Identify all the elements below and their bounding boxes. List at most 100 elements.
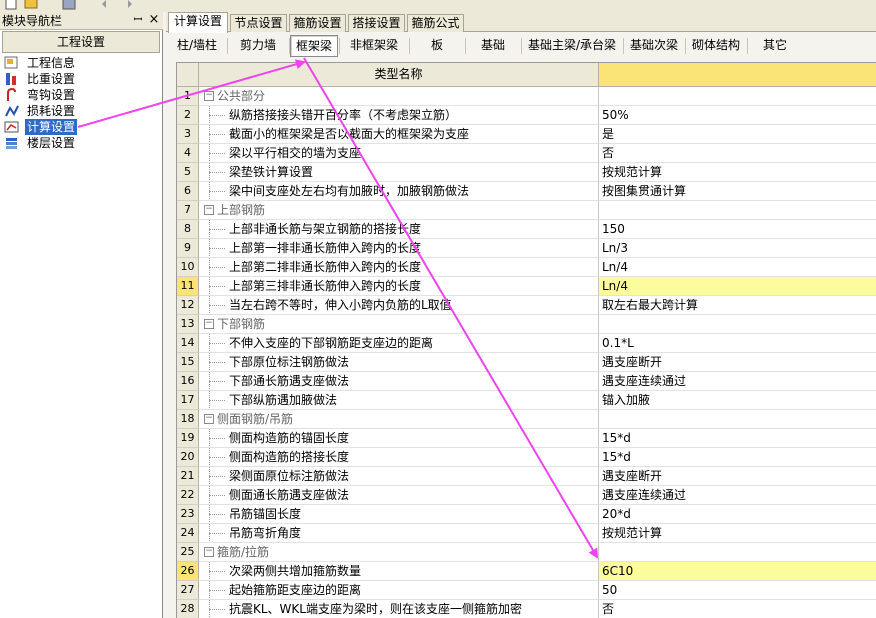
setting-value[interactable]: 15*d bbox=[599, 429, 876, 448]
table-row[interactable]: 19 侧面构造筋的锚固长度 15*d bbox=[177, 429, 876, 448]
setting-value[interactable]: 否 bbox=[599, 600, 876, 618]
collapse-icon[interactable]: − bbox=[204, 91, 214, 101]
collapse-icon[interactable]: − bbox=[204, 319, 214, 329]
group-row[interactable]: 1− 公共部分 bbox=[177, 87, 876, 106]
open-folder-icon[interactable] bbox=[24, 0, 38, 10]
table-row[interactable]: 3 截面小的框架梁是否以截面大的框架梁为支座 是 bbox=[177, 125, 876, 144]
table-row[interactable]: 2 纵筋搭接接头错开百分率（不考虑架立筋） 50% bbox=[177, 106, 876, 125]
setting-value[interactable] bbox=[599, 410, 876, 429]
subtab-7[interactable]: 基础主梁/承台梁 bbox=[522, 35, 622, 57]
setting-value[interactable]: 按规范计算 bbox=[599, 163, 876, 182]
tab-5[interactable]: 箍筋公式 bbox=[407, 14, 464, 32]
setting-value[interactable]: 否 bbox=[599, 144, 876, 163]
row-number: 24 bbox=[177, 524, 199, 543]
row-number: 23 bbox=[177, 505, 199, 524]
table-row[interactable]: 22 侧面通长筋遇支座做法 遇支座连续通过 bbox=[177, 486, 876, 505]
subtab-1[interactable]: 柱/墙柱 bbox=[168, 35, 226, 57]
setting-value[interactable]: 取左右最大跨计算 bbox=[599, 296, 876, 315]
collapse-icon[interactable]: − bbox=[204, 414, 214, 424]
table-row[interactable]: 9 上部第一排非通长筋伸入跨内的长度 Ln/3 bbox=[177, 239, 876, 258]
row-number: 16 bbox=[177, 372, 199, 391]
setting-value[interactable]: 遇支座断开 bbox=[599, 353, 876, 372]
tab-3[interactable]: 箍筋设置 bbox=[289, 14, 346, 32]
setting-value[interactable] bbox=[599, 543, 876, 562]
pin-icon[interactable]: ꟷ bbox=[131, 13, 145, 27]
row-name-cell: 梁中间支座处左右均有加腋时，加腋钢筋做法 bbox=[199, 182, 599, 201]
group-row[interactable]: 18− 侧面钢筋/吊筋 bbox=[177, 410, 876, 429]
undo-icon[interactable] bbox=[100, 0, 114, 10]
setting-value[interactable]: 0.1*L bbox=[599, 334, 876, 353]
table-row[interactable]: 10 上部第二排非通长筋伸入跨内的长度 Ln/4 bbox=[177, 258, 876, 277]
tab-2[interactable]: 节点设置 bbox=[230, 14, 287, 32]
setting-value[interactable]: Ln/4 bbox=[599, 258, 876, 277]
setting-value[interactable]: 遇支座连续通过 bbox=[599, 372, 876, 391]
row-name-cell: 不伸入支座的下部钢筋距支座边的距离 bbox=[199, 334, 599, 353]
table-row[interactable]: 26 次梁两侧共增加箍筋数量 6C10 bbox=[177, 562, 876, 581]
tab-4[interactable]: 搭接设置 bbox=[348, 14, 405, 32]
close-icon[interactable]: × bbox=[147, 13, 161, 27]
setting-value[interactable]: 锚入加腋 bbox=[599, 391, 876, 410]
group-row[interactable]: 25− 箍筋/拉筋 bbox=[177, 543, 876, 562]
subtab-10[interactable]: 其它 bbox=[748, 35, 802, 57]
setting-value[interactable]: 是 bbox=[599, 125, 876, 144]
setting-value[interactable]: 15*d bbox=[599, 448, 876, 467]
setting-value[interactable]: 遇支座断开 bbox=[599, 467, 876, 486]
collapse-icon[interactable]: − bbox=[204, 205, 214, 215]
table-row[interactable]: 8 上部非通长筋与架立钢筋的搭接长度 150 bbox=[177, 220, 876, 239]
table-row[interactable]: 20 侧面构造筋的搭接长度 15*d bbox=[177, 448, 876, 467]
group-row[interactable]: 13− 下部钢筋 bbox=[177, 315, 876, 334]
setting-label: 梁垫铁计算设置 bbox=[229, 165, 314, 179]
table-row[interactable]: 17 下部纵筋遇加腋做法 锚入加腋 bbox=[177, 391, 876, 410]
table-row[interactable]: 24 吊筋弯折角度 按规范计算 bbox=[177, 524, 876, 543]
nav-item-weight-settings[interactable]: 比重设置 bbox=[4, 71, 154, 87]
setting-value[interactable]: Ln/4 bbox=[599, 277, 876, 296]
subtab-8[interactable]: 基础次梁 bbox=[624, 35, 684, 57]
nav-section-header[interactable]: 工程设置 bbox=[2, 31, 160, 53]
nav-item-calc-settings[interactable]: 计算设置 bbox=[4, 119, 154, 135]
setting-value[interactable]: 按图集贯通计算 bbox=[599, 182, 876, 201]
table-row[interactable]: 5 梁垫铁计算设置 按规范计算 bbox=[177, 163, 876, 182]
setting-label: 梁以平行相交的墙为支座 bbox=[229, 146, 362, 160]
redo-icon[interactable] bbox=[120, 0, 134, 10]
subtab-9[interactable]: 砌体结构 bbox=[686, 35, 746, 57]
group-row[interactable]: 7− 上部钢筋 bbox=[177, 201, 876, 220]
nav-item-floor-settings[interactable]: 楼层设置 bbox=[4, 135, 154, 151]
setting-value[interactable]: 150 bbox=[599, 220, 876, 239]
table-row[interactable]: 4 梁以平行相交的墙为支座 否 bbox=[177, 144, 876, 163]
setting-value[interactable]: 遇支座连续通过 bbox=[599, 486, 876, 505]
subtab-5[interactable]: 板 bbox=[410, 35, 464, 57]
table-row[interactable]: 15 下部原位标注钢筋做法 遇支座断开 bbox=[177, 353, 876, 372]
save-icon[interactable] bbox=[62, 0, 76, 10]
table-row[interactable]: 28 抗震KL、WKL端支座为梁时，则在该支座一侧箍筋加密 否 bbox=[177, 600, 876, 618]
setting-value[interactable]: 6C10 bbox=[599, 562, 876, 581]
table-row[interactable]: 23 吊筋锚固长度 20*d bbox=[177, 505, 876, 524]
new-file-icon[interactable] bbox=[4, 0, 18, 10]
table-row[interactable]: 16 下部通长筋遇支座做法 遇支座连续通过 bbox=[177, 372, 876, 391]
table-row[interactable]: 27 起始箍筋距支座边的距离 50 bbox=[177, 581, 876, 600]
setting-value[interactable] bbox=[599, 87, 876, 106]
setting-value[interactable]: 按规范计算 bbox=[599, 524, 876, 543]
row-number: 9 bbox=[177, 239, 199, 258]
table-row[interactable]: 11 上部第三排非通长筋伸入跨内的长度 Ln/4 bbox=[177, 277, 876, 296]
subtab-2[interactable]: 剪力墙 bbox=[228, 35, 288, 57]
setting-value[interactable]: 20*d bbox=[599, 505, 876, 524]
setting-value[interactable]: 50% bbox=[599, 106, 876, 125]
table-row[interactable]: 14 不伸入支座的下部钢筋距支座边的距离 0.1*L bbox=[177, 334, 876, 353]
tree-line bbox=[209, 533, 225, 534]
table-row[interactable]: 21 梁侧面原位标注筋做法 遇支座断开 bbox=[177, 467, 876, 486]
setting-value[interactable]: 50 bbox=[599, 581, 876, 600]
setting-value[interactable] bbox=[599, 315, 876, 334]
table-row[interactable]: 12 当左右跨不等时，伸入小跨内负筋的L取值 取左右最大跨计算 bbox=[177, 296, 876, 315]
project-info-icon bbox=[4, 56, 18, 69]
nav-item-loss-settings[interactable]: 损耗设置 bbox=[4, 103, 154, 119]
subtab-3[interactable]: 框架梁 bbox=[290, 35, 338, 57]
setting-value[interactable]: Ln/3 bbox=[599, 239, 876, 258]
table-row[interactable]: 6 梁中间支座处左右均有加腋时，加腋钢筋做法 按图集贯通计算 bbox=[177, 182, 876, 201]
tab-1[interactable]: 计算设置 bbox=[168, 12, 228, 33]
setting-value[interactable] bbox=[599, 201, 876, 220]
subtab-4[interactable]: 非框架梁 bbox=[340, 35, 408, 57]
nav-item-hook-settings[interactable]: 弯钩设置 bbox=[4, 87, 154, 103]
subtab-6[interactable]: 基础 bbox=[466, 35, 520, 57]
nav-item-project-info[interactable]: 工程信息 bbox=[4, 55, 154, 71]
collapse-icon[interactable]: − bbox=[204, 547, 214, 557]
